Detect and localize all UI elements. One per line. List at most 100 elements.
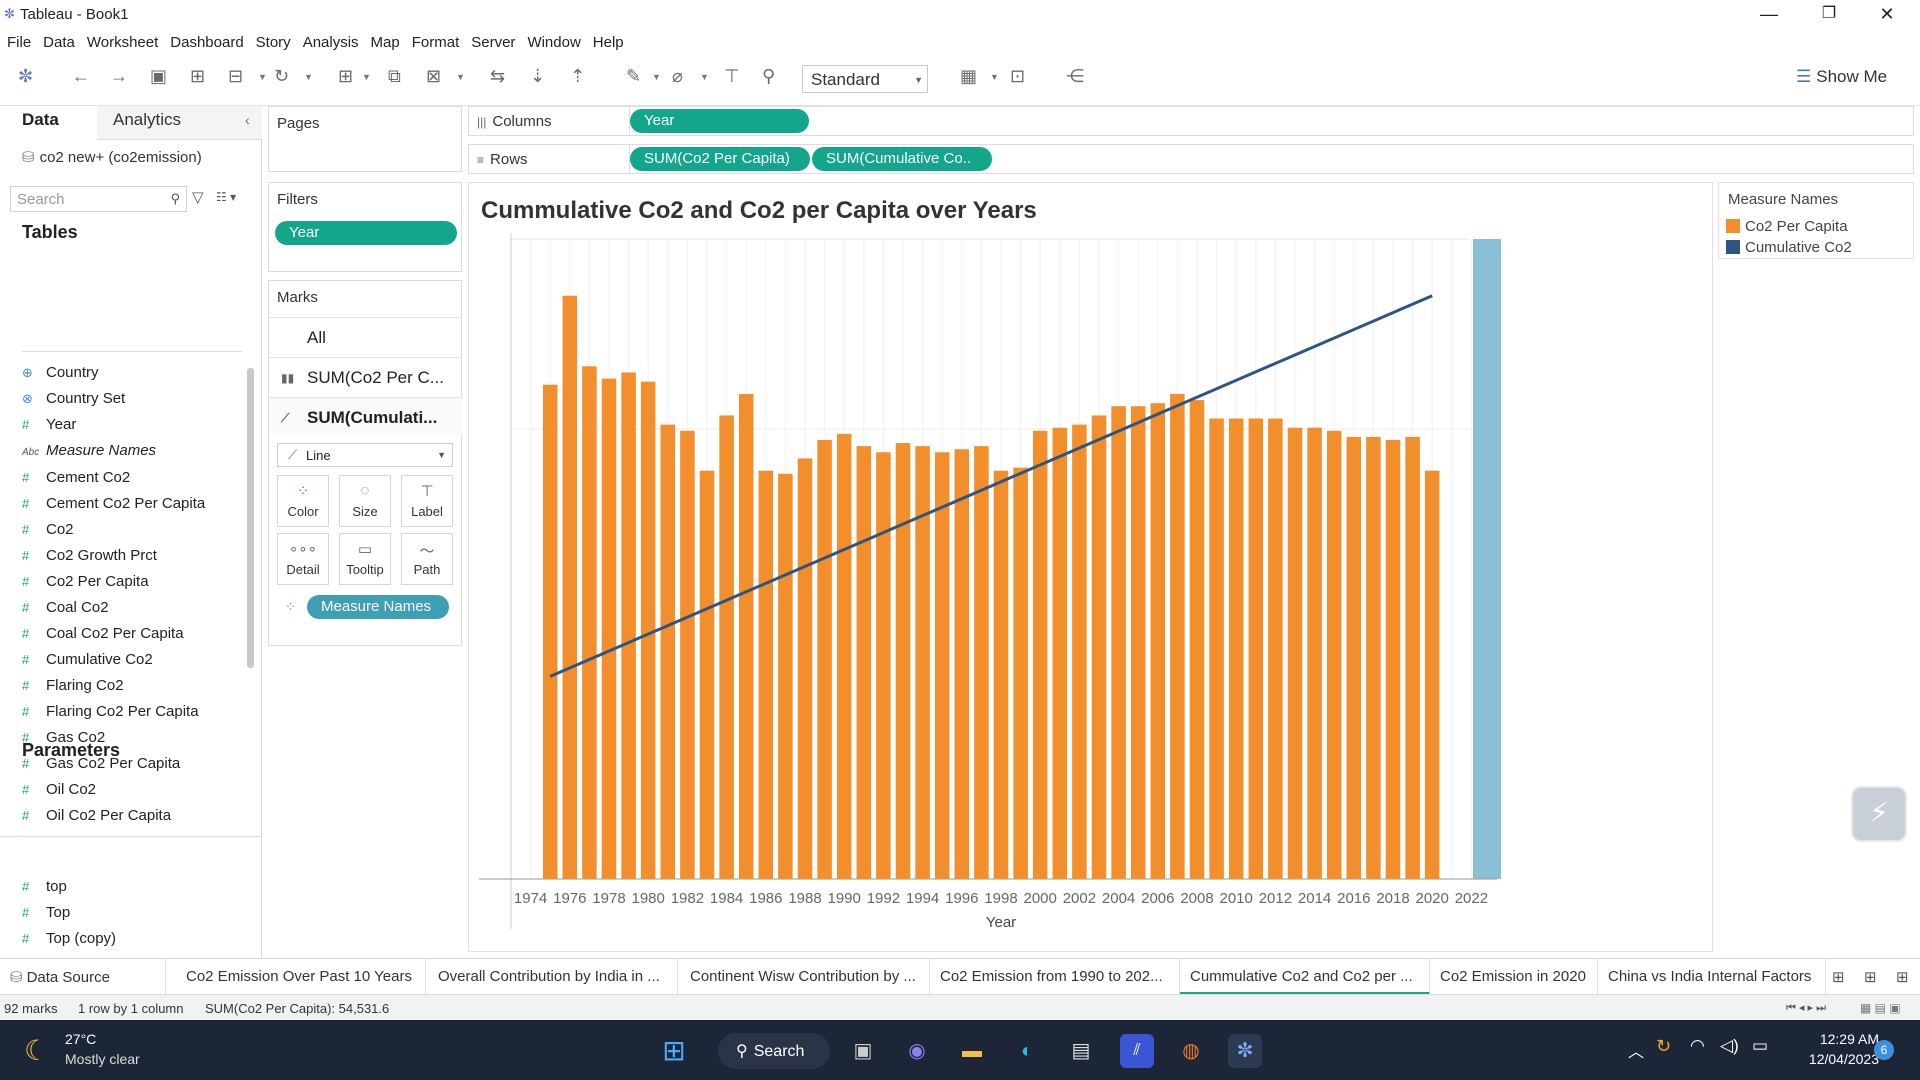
scrollbar[interactable] [247,368,254,668]
path-button[interactable]: 〜 Path [401,533,453,585]
sheet-tab[interactable]: Overall Contribution by India in ... [428,959,678,995]
bar-1978[interactable] [601,378,617,879]
pause-updates-icon[interactable]: ⊟ [228,66,243,87]
bar-1984[interactable] [719,415,734,879]
chevron-down-icon[interactable]: ▼ [990,72,999,82]
bar-2004[interactable] [1111,406,1126,879]
chevron-down-icon[interactable]: ▼ [652,72,661,82]
bar-2019[interactable] [1405,436,1420,879]
bar-2008[interactable] [1189,400,1205,879]
field-item[interactable]: # Oil Co2 Per Capita [22,807,242,824]
windows-start-icon[interactable]: ⊞ [657,1034,691,1068]
search-input[interactable]: Search ⚲ [10,186,187,212]
sheet-tab[interactable]: Co2 Emission from 1990 to 202... [930,959,1180,995]
bar-1996[interactable] [954,449,970,879]
bar-1981[interactable] [660,424,676,879]
pages-card[interactable]: Pages [268,106,462,172]
new-worksheet-icon[interactable]: ⊞ [1832,968,1845,986]
bar-2003[interactable] [1091,415,1107,879]
chevron-down-icon[interactable]: ▼ [456,72,465,82]
sheet-tab[interactable]: Co2 Emission in 2020 [1430,959,1598,995]
bar-1982[interactable] [680,430,695,879]
duplicate-icon[interactable]: ⧉ [388,66,401,87]
bar-2017[interactable] [1366,436,1381,879]
clock-time[interactable]: 12:29 AM [1799,1031,1879,1047]
bar-1994[interactable] [915,446,930,879]
menu-data[interactable]: Data [36,28,80,51]
sort-ascending-icon[interactable]: ⇣ [530,66,545,87]
bar-2014[interactable] [1307,427,1322,879]
edge-browser-icon[interactable]: ◐ [1010,1034,1044,1068]
field-item[interactable]: # Flaring Co2 Per Capita [22,703,242,720]
field-item[interactable]: # Flaring Co2 [22,677,242,694]
show-cards-icon[interactable]: ▦ [960,66,977,87]
bar-2011[interactable] [1248,418,1264,880]
sheet-tab-active[interactable]: Cummulative Co2 and Co2 per ... [1180,959,1430,995]
bar-1999[interactable] [1013,467,1028,879]
label-icon[interactable]: ⊤ [724,66,740,87]
wifi-icon[interactable]: ◠ [1690,1036,1705,1056]
new-worksheet-icon[interactable]: ⊞ [338,66,353,87]
volume-icon[interactable]: ◁) [1720,1036,1739,1056]
bar-1998[interactable] [993,470,1009,879]
parameter-item[interactable]: # top [22,878,242,895]
file-explorer-icon[interactable]: ▬ [955,1034,989,1068]
view-options-icon[interactable]: ☷ ▾ [216,190,236,204]
swap-icon[interactable]: ⇆ [490,66,505,87]
field-item[interactable]: # Co2 Per Capita [22,573,242,590]
minimize-button[interactable]: — [1746,2,1792,28]
field-item[interactable]: # Oil Co2 [22,781,242,798]
sheet-navigation-icon[interactable]: ⏮ ◂ ▸ ⏭ [1786,1001,1826,1015]
sheet-tab[interactable]: Co2 Emission Over Past 10 Years [176,959,426,995]
clock-date[interactable]: 12/04/2023 [1789,1051,1879,1067]
viz-area[interactable]: Cummulative Co2 and Co2 per Capita over … [468,182,1713,952]
field-item[interactable]: # Year [22,416,242,433]
menu-format[interactable]: Format [405,28,465,51]
bar-2012[interactable] [1268,418,1283,880]
field-item[interactable]: ⊕ Country [22,364,242,381]
new-dashboard-icon[interactable]: ⊞ [1864,968,1877,986]
bar-1993[interactable] [895,443,911,879]
legend-item-co2-per-capita[interactable]: Co2 Per Capita [1726,218,1848,235]
menu-analysis[interactable]: Analysis [296,28,364,51]
bar-2009[interactable] [1209,418,1224,880]
chevron-up-icon[interactable]: ︿ [1628,1038,1644,1062]
field-item[interactable]: # Co2 Growth Prct [22,547,242,564]
bar-1979[interactable] [621,372,636,879]
rows-pill-co2-per-capita[interactable]: SUM(Co2 Per Capita) [630,147,810,171]
sync-icon[interactable]: ↻ [1656,1036,1671,1057]
bar-2015[interactable] [1326,430,1342,879]
bar-1989[interactable] [817,439,832,879]
bar-1983[interactable] [699,470,715,879]
menu-story[interactable]: Story [249,28,296,51]
sheet-tab[interactable]: China vs India Internal Factors [1598,959,1826,995]
refresh-icon[interactable]: ↻ [274,66,289,87]
bar-2006[interactable] [1150,403,1166,879]
chevron-down-icon[interactable]: ▼ [700,72,709,82]
datasource-item[interactable]: ⛁ co2 new+ (co2emission) [22,148,202,166]
floating-assistant-icon[interactable]: ⚡ [1851,786,1907,842]
menu-help[interactable]: Help [586,28,629,51]
bar-2018[interactable] [1385,439,1401,879]
new-datasource-icon[interactable]: ⊞ [190,66,205,87]
bar-1975[interactable] [542,384,558,879]
restore-button[interactable]: ❐ [1806,2,1852,28]
parameter-item[interactable]: # Top [22,904,242,921]
rows-pill-cumulative-co2[interactable]: SUM(Cumulative Co.. [812,147,992,171]
menu-file[interactable]: File [0,28,36,51]
field-item[interactable]: # Coal Co2 [22,599,242,616]
bar-1985[interactable] [738,393,754,879]
teams-chat-icon[interactable]: ◉ [900,1034,934,1068]
bar-2001[interactable] [1052,427,1068,879]
menu-window[interactable]: Window [520,28,585,51]
view-toggle-icon[interactable]: ▦ ▤ ▣ [1860,1001,1901,1015]
field-item[interactable]: # Cement Co2 Per Capita [22,495,242,512]
filter-icon[interactable]: ▽ [192,188,204,206]
filter-pill-year[interactable]: Year [275,221,457,245]
menu-dashboard[interactable]: Dashboard [163,28,248,51]
bar-2005[interactable] [1130,406,1146,879]
size-button[interactable]: ◌ Size [339,475,391,527]
field-item[interactable]: ⊗ Country Set [22,390,242,407]
bar-1977[interactable] [582,366,597,879]
bar-1988[interactable] [797,458,813,879]
